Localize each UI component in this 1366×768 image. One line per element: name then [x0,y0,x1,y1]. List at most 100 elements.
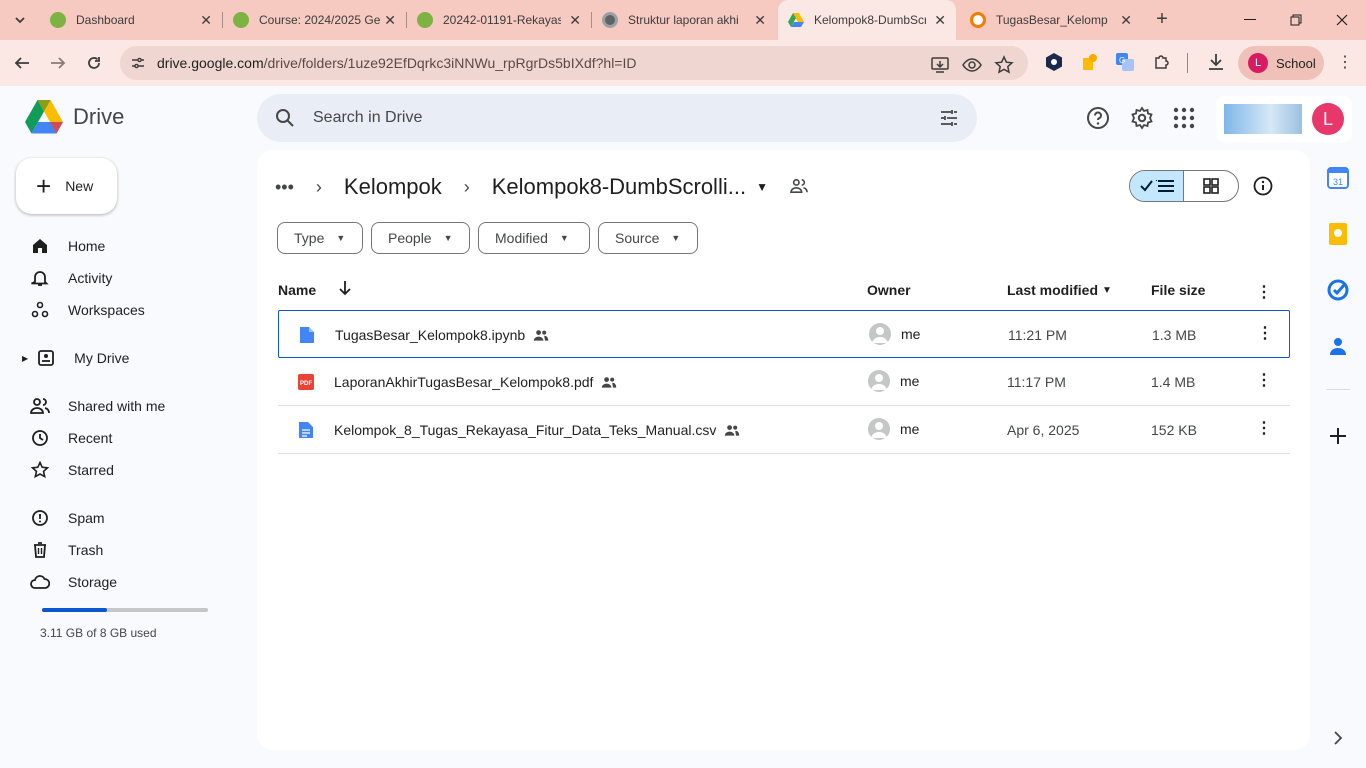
folder-menu-caret-icon[interactable]: ▼ [756,180,768,194]
browser-tab-active[interactable]: Kelompok8-DumbScr ✕ [778,0,956,40]
address-bar[interactable]: drive.google.com/drive/folders/1uze92EfD… [120,46,1028,80]
sort-arrow-down-icon[interactable] [338,280,352,299]
close-window-icon[interactable] [1319,0,1365,40]
new-tab-plus-icon[interactable]: + [1150,8,1174,32]
expand-arrow-icon[interactable]: ▶ [22,354,28,363]
back-arrow-icon[interactable] [8,49,36,77]
breadcrumb-current-folder[interactable]: Kelompok8-DumbScrolli... [492,174,746,200]
nav-recent[interactable]: Recent [28,424,112,452]
close-tab-icon[interactable]: ✕ [200,12,212,29]
column-options-icon[interactable]: ⋮ [1254,282,1274,302]
nav-home[interactable]: Home [28,232,105,260]
dropdown-caret-icon: ▼ [336,233,346,243]
owner-avatar-icon [869,323,891,345]
filter-source-chip[interactable]: Source ▼ [598,222,698,254]
column-name[interactable]: Name [278,282,316,298]
browser-menu-icon[interactable]: ⋮ [1335,52,1355,72]
settings-gear-icon[interactable] [1130,106,1154,130]
tab-search-chevron-icon[interactable] [6,6,34,34]
grid-view-button[interactable] [1184,171,1238,201]
last-modified: 11:17 PM [1007,374,1066,390]
close-tab-icon[interactable]: ✕ [754,12,766,29]
keep-app-icon[interactable] [1326,222,1350,246]
more-actions-icon[interactable]: ⋮ [1254,370,1274,390]
extension-hexagon-icon[interactable] [1044,52,1064,72]
filter-people-chip[interactable]: People ▼ [371,222,470,254]
trash-icon [28,540,52,560]
owner-cell: me [868,418,919,440]
reload-icon[interactable] [80,49,108,77]
column-last-modified[interactable]: Last modified [1007,282,1098,298]
downloads-icon[interactable] [1206,52,1226,72]
nav-storage[interactable]: Storage [28,568,117,596]
bookmark-star-icon[interactable] [994,55,1014,75]
nav-label: Starred [68,462,114,478]
storage-usage-fill [42,608,107,612]
new-button[interactable]: + New [16,158,117,214]
expand-side-panel-chevron-icon[interactable] [1328,728,1348,748]
nav-activity[interactable]: Activity [28,264,112,292]
file-row[interactable]: TugasBesar_Kelompok8.ipynb me 11:21 PM 1… [278,310,1290,358]
nav-spam[interactable]: Spam [28,504,105,532]
file-row[interactable]: Kelompok_8_Tugas_Rekayasa_Fitur_Data_Tek… [278,406,1290,454]
filter-type-chip[interactable]: Type ▼ [277,222,363,254]
install-app-icon[interactable] [930,55,950,75]
nav-workspaces[interactable]: Workspaces [28,296,145,324]
calendar-app-icon[interactable]: 31 [1326,166,1350,190]
breadcrumb-parent[interactable]: Kelompok [344,174,442,200]
eye-icon[interactable] [962,55,982,75]
document-file-icon [299,422,313,438]
drive-logo[interactable]: Drive [25,100,124,134]
add-app-plus-icon[interactable] [1326,424,1350,448]
search-icon[interactable] [275,108,295,128]
column-owner[interactable]: Owner [867,282,911,298]
nav-trash[interactable]: Trash [28,536,103,564]
contacts-app-icon[interactable] [1326,334,1350,358]
browser-tab[interactable]: Course: 2024/2025 Ge ✕ [223,0,407,40]
browser-tab[interactable]: TugasBesar_Kelompo ✕ [960,0,1142,40]
google-translate-icon[interactable]: G [1115,52,1135,72]
drive-search-bar[interactable]: Search in Drive [257,94,977,142]
filter-modified-chip[interactable]: Modified ▼ [478,222,590,254]
chevron-right-icon: › [463,176,470,197]
tasks-app-icon[interactable] [1326,278,1350,302]
extensions-puzzle-icon[interactable] [1152,52,1172,72]
chevron-right-icon: › [315,176,322,197]
account-switcher[interactable]: L [1216,96,1352,142]
forward-arrow-icon[interactable] [44,49,72,77]
breadcrumb-overflow-icon[interactable]: ••• [275,177,294,198]
more-actions-icon[interactable]: ⋮ [1255,323,1275,343]
nav-starred[interactable]: Starred [28,456,114,484]
browser-tab[interactable]: Dashboard ✕ [40,0,223,40]
list-view-button[interactable] [1130,171,1185,201]
close-tab-icon[interactable]: ✕ [1120,12,1132,29]
tab-title: 20242-01191-Rekayas [443,13,561,27]
info-icon[interactable] [1253,176,1273,196]
notebook-file-icon [300,327,314,343]
nav-shared-with-me[interactable]: Shared with me [28,392,165,420]
nav-label: Home [68,238,106,254]
close-tab-icon[interactable]: ✕ [934,12,946,29]
site-info-icon[interactable] [130,55,146,71]
nav-my-drive[interactable]: ▶ My Drive [22,344,129,372]
google-apps-grid-icon[interactable] [1172,106,1196,130]
sort-caret-icon[interactable]: ▼ [1102,285,1112,296]
close-tab-icon[interactable]: ✕ [384,12,396,29]
browser-tab[interactable]: Struktur laporan akhi ✕ [592,0,776,40]
browser-tab[interactable]: 20242-01191-Rekayas ✕ [407,0,592,40]
extension-keep-icon[interactable] [1080,52,1100,72]
help-icon[interactable] [1086,106,1110,130]
restore-window-icon[interactable] [1273,0,1319,40]
close-tab-icon[interactable]: ✕ [569,12,581,29]
file-row[interactable]: PDF LaporanAkhirTugasBesar_Kelompok8.pdf… [278,358,1290,406]
more-actions-icon[interactable]: ⋮ [1254,418,1274,438]
column-file-size[interactable]: File size [1151,282,1205,298]
star-icon [28,460,52,480]
dropdown-caret-icon: ▼ [443,233,453,243]
search-options-icon[interactable] [939,108,959,128]
tab-title: TugasBesar_Kelompo [996,13,1108,27]
profile-button[interactable]: L School [1238,46,1324,80]
last-modified: Apr 6, 2025 [1007,422,1080,438]
minimize-window-icon[interactable] [1227,0,1273,40]
shared-people-icon [533,328,549,344]
